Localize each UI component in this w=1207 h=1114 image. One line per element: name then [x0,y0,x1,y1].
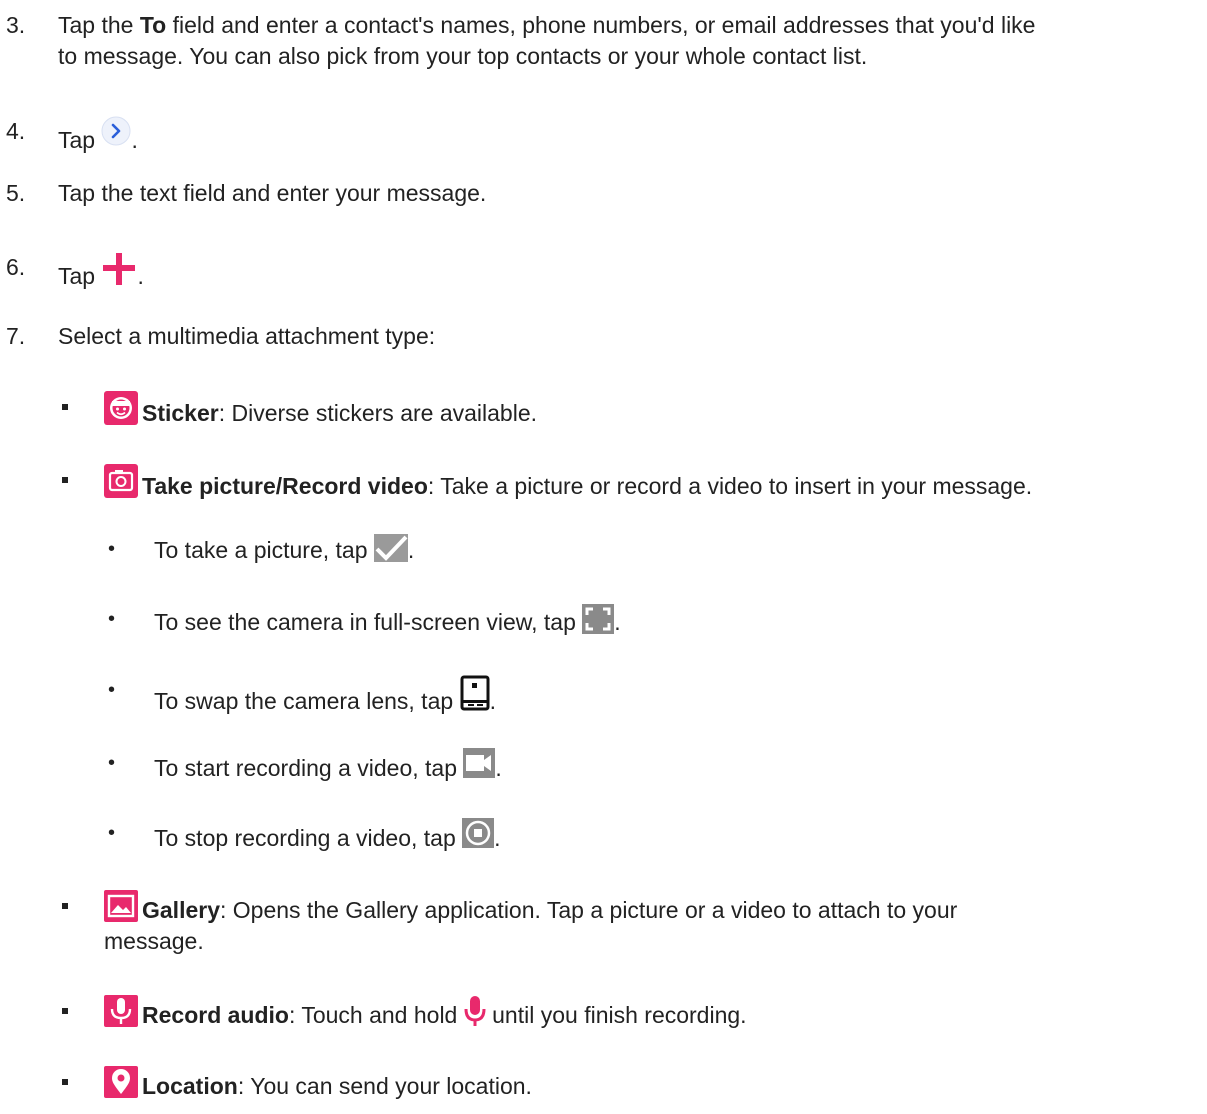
gallery-desc: : Opens the Gallery application. Tap a p… [220,897,958,923]
period: . [494,825,501,851]
period: . [495,755,502,781]
bullet [62,903,68,909]
fullscreen-icon [582,604,615,634]
bullet [62,1079,68,1085]
sticker-title: Sticker [142,400,219,426]
step-number: 5. [6,180,26,206]
sticker-desc: : Diverse stickers are available. [218,400,538,426]
bullet: • [108,538,116,560]
subitem-text: To take a picture, tap [154,537,368,563]
to-field-label: To [139,12,167,38]
bullet: • [108,608,116,630]
audio-desc: : Touch and hold [288,1002,458,1028]
step-text: to message. You can also pick from your … [58,43,868,69]
subitem-text: To see the camera in full-screen view, t… [154,609,576,635]
stop-icon [462,818,495,848]
bullet [62,477,68,483]
swap-camera-icon [460,675,490,711]
period: . [137,263,144,289]
sticker-icon [104,391,138,425]
subitem-text: To start recording a video, tap [154,755,457,781]
step-number: 4. [6,118,26,144]
bullet [62,1008,68,1014]
location-title: Location [142,1073,238,1099]
video-icon [463,748,496,778]
location-icon [104,1066,138,1098]
check-icon [373,534,408,562]
period: . [489,688,496,714]
step-text: Select a multimedia attachment type: [58,323,436,349]
gallery-title: Gallery [142,897,220,923]
camera-title: Take picture/Record video [142,473,428,499]
bullet [62,404,68,410]
audio-title: Record audio [142,1002,289,1028]
mic-icon [104,995,138,1027]
camera-desc: : Take a picture or record a video to in… [427,473,1033,499]
plus-icon [101,252,137,286]
subitem-text: To stop recording a video, tap [154,825,456,851]
period: . [407,537,415,563]
step-text: field and enter a contact's names, phone… [166,12,1036,38]
step-number: 3. [6,12,26,38]
step-number: 6. [6,254,26,280]
step-text: Tap the text field and enter your messag… [58,180,487,206]
camera-icon [104,464,138,498]
step-text: Tap [58,127,96,153]
step-text: Tap the [58,12,140,38]
location-desc: : You can send your location. [237,1073,532,1099]
subitem-text: To swap the camera lens, tap [154,688,454,714]
bullet: • [108,822,116,844]
period: . [131,127,138,153]
next-arrow-icon [101,116,131,146]
period: . [614,609,621,635]
gallery-icon [104,890,138,922]
mic-pink-icon [464,995,486,1027]
step-number: 7. [6,323,26,349]
bullet: • [108,752,116,774]
step-text: Tap [58,263,96,289]
gallery-desc-line2: message. [104,928,204,954]
audio-desc-end: until you finish recording. [492,1002,747,1028]
bullet: • [108,679,116,701]
